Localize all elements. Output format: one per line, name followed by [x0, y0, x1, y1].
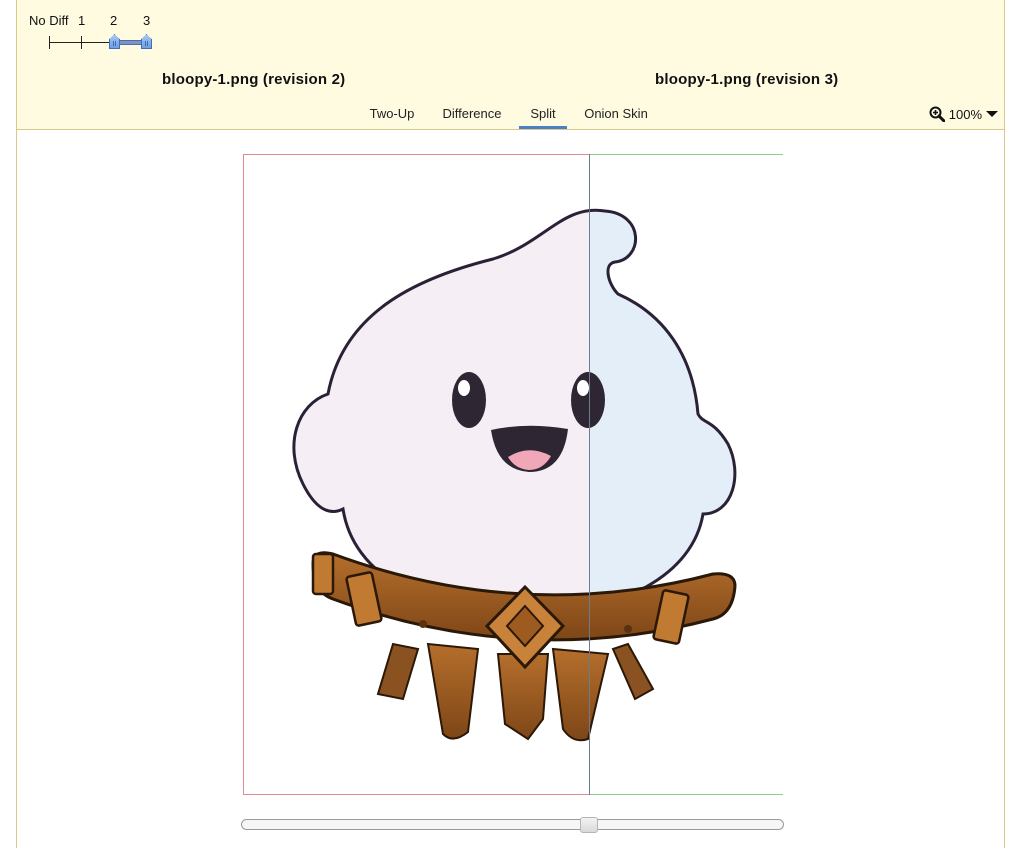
split-divider-line[interactable] — [589, 154, 590, 795]
revision-tick-1[interactable] — [81, 36, 82, 49]
tab-difference[interactable]: Difference — [435, 100, 509, 129]
revision-tick-no-diff[interactable] — [49, 36, 50, 49]
revision-label-1[interactable]: 1 — [78, 13, 85, 28]
tab-split[interactable]: Split — [519, 100, 567, 129]
split-view — [243, 154, 783, 795]
right-file-title: bloopy-1.png (revision 3) — [655, 71, 839, 88]
revision-handle-to[interactable] — [141, 34, 152, 49]
split-slider-thumb[interactable] — [579, 817, 598, 833]
view-mode-tabs: Two-Up Difference Split Onion Skin — [17, 100, 1004, 130]
split-slider-track[interactable] — [241, 819, 784, 830]
zoom-value: 100% — [948, 106, 982, 122]
bloopy-ghost-image — [292, 208, 737, 742]
caret-down-icon — [986, 111, 998, 117]
revision-label-3[interactable]: 3 — [143, 13, 150, 28]
diff-header: No Diff 1 2 3 bloopy-1.png (revision 2) … — [17, 0, 1004, 130]
split-position-slider[interactable] — [241, 817, 784, 833]
left-file-title: bloopy-1.png (revision 2) — [162, 71, 346, 88]
revision-label-no-diff[interactable]: No Diff — [29, 13, 69, 28]
zoom-in-icon — [929, 106, 945, 122]
revision-handle-from[interactable] — [109, 34, 120, 49]
image-diff-viewer: No Diff 1 2 3 bloopy-1.png (revision 2) … — [16, 0, 1005, 848]
revision-slider[interactable] — [17, 34, 217, 54]
tab-onion-skin[interactable]: Onion Skin — [579, 100, 653, 129]
zoom-control[interactable]: 100% — [929, 104, 998, 124]
revision-label-2[interactable]: 2 — [110, 13, 117, 28]
tab-two-up[interactable]: Two-Up — [362, 100, 422, 129]
